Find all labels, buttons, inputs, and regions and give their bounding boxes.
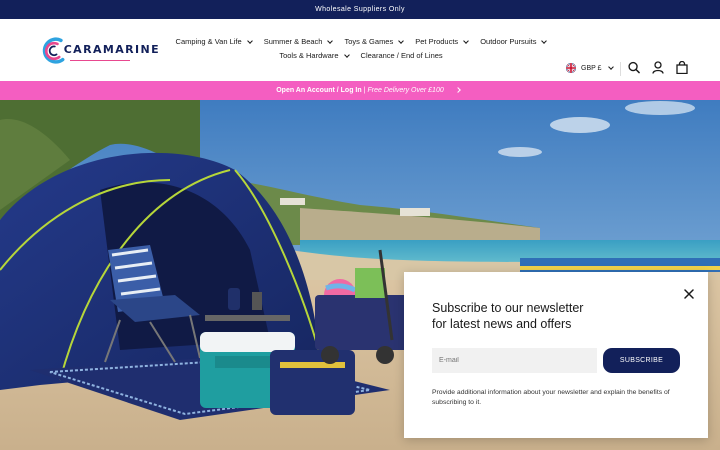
promo-bar[interactable]: Open An Account / Log In | Free Delivery… <box>0 81 720 100</box>
chevron-down-icon <box>541 37 548 44</box>
nav-item-pet-products[interactable]: Pet Products <box>415 37 470 46</box>
chevron-down-icon <box>463 37 470 44</box>
newsletter-title-line2: for latest news and offers <box>432 317 572 331</box>
email-field[interactable] <box>432 348 597 373</box>
nav-item-label: Toys & Games <box>344 37 394 46</box>
chevron-right-icon[interactable] <box>455 87 461 93</box>
nav-item-label: Tools & Hardware <box>279 51 339 60</box>
brand-logo[interactable]: CARAMARINE <box>40 33 160 67</box>
announcement-text: Wholesale Suppliers Only <box>315 6 405 13</box>
main-nav: Camping & Van Life Summer & Beach Toys &… <box>166 37 556 60</box>
nav-item-label: Pet Products <box>415 37 459 46</box>
announcement-bar: Wholesale Suppliers Only <box>0 0 720 19</box>
nav-item-outdoor-pursuits[interactable]: Outdoor Pursuits <box>480 37 548 46</box>
nav-item-camping[interactable]: Camping & Van Life <box>175 37 253 46</box>
chevron-down-icon <box>327 37 334 44</box>
header-divider <box>620 62 621 76</box>
brand-name: CARAMARINE <box>63 42 160 56</box>
nav-item-label: Clearance / End of Lines <box>360 51 443 60</box>
currency-selector[interactable]: GBP £ <box>566 63 614 73</box>
uk-flag-icon <box>566 63 576 73</box>
chevron-down-icon <box>607 64 614 70</box>
bag-icon[interactable] <box>676 60 688 74</box>
newsletter-title-line1: Subscribe to our newsletter <box>432 301 584 315</box>
chevron-down-icon <box>398 37 405 44</box>
nav-item-tools-hardware[interactable]: Tools & Hardware <box>279 51 350 60</box>
nav-item-label: Camping & Van Life <box>175 37 242 46</box>
header-actions <box>628 60 688 74</box>
nav-item-summer-beach[interactable]: Summer & Beach <box>263 37 334 46</box>
newsletter-info-text: Provide additional information about you… <box>432 389 670 406</box>
close-icon[interactable] <box>684 286 694 299</box>
free-delivery-text: Free Delivery Over £100 <box>367 87 444 94</box>
currency-label: GBP £ <box>581 64 602 72</box>
brand-underline <box>69 59 130 61</box>
nav-item-label: Summer & Beach <box>263 37 323 46</box>
account-icon[interactable] <box>652 60 664 74</box>
promo-separator: | <box>363 87 366 94</box>
search-icon[interactable] <box>628 60 640 74</box>
newsletter-title: Subscribe to our newsletter for latest n… <box>432 300 632 332</box>
chevron-down-icon <box>246 37 253 44</box>
chevron-down-icon <box>343 51 350 58</box>
logo-swirl-icon <box>42 37 65 64</box>
nav-item-clearance[interactable]: Clearance / End of Lines <box>361 51 443 60</box>
account-login-link[interactable]: Open An Account / Log In <box>276 87 361 94</box>
newsletter-popup: Subscribe to our newsletter for latest n… <box>404 272 708 438</box>
site-header: CARAMARINE Camping & Van Life Summer & B… <box>0 19 720 81</box>
subscribe-button[interactable]: SUBSCRIBE <box>603 348 680 373</box>
nav-item-label: Outdoor Pursuits <box>480 37 537 46</box>
nav-item-toys-games[interactable]: Toys & Games <box>344 37 405 46</box>
